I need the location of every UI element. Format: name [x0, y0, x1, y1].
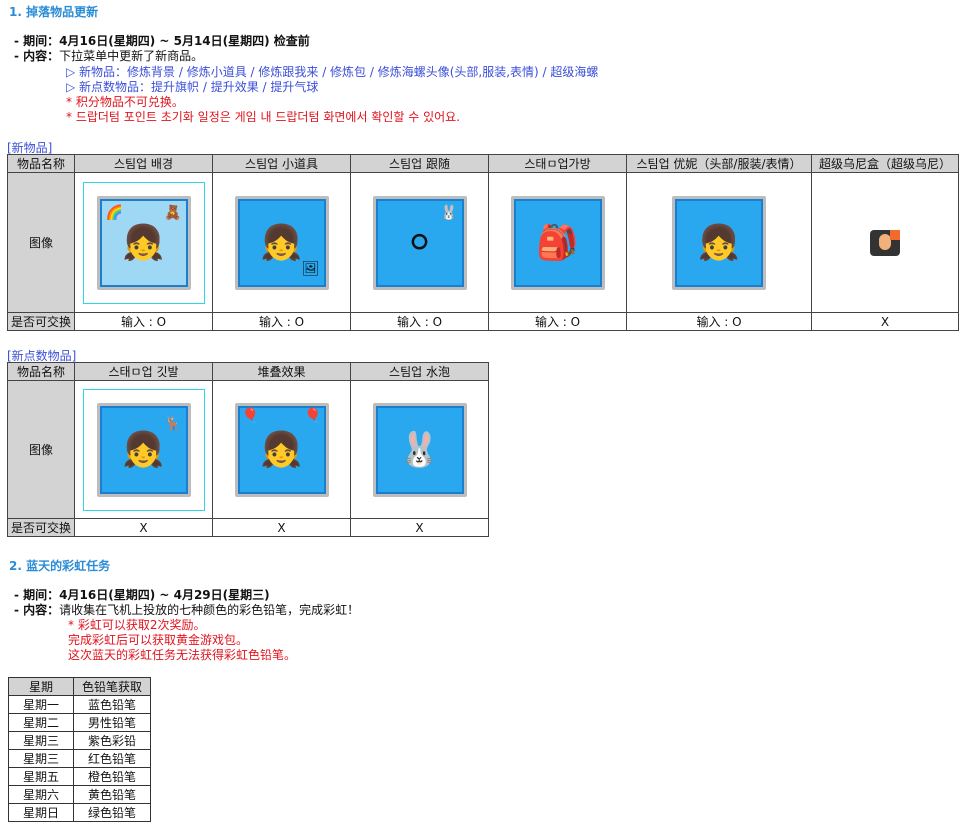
item-image-cell: 👧 🌈 🧸 — [74, 172, 213, 313]
exchange-value: 输入 : O — [350, 312, 489, 331]
day-cell: 星期三 — [8, 749, 74, 768]
item-cell: 黄色铅笔 — [73, 785, 151, 804]
col-day-header: 星期 — [8, 677, 74, 696]
table-row: 星期三 紫色彩铅 — [8, 731, 151, 750]
day-cell: 星期三 — [8, 731, 74, 750]
exchange-value: 输入 : O — [212, 312, 351, 331]
stack-effect-icon: 👧 🎈 🎈 — [221, 389, 342, 510]
follower-icon: ⚪ 🐰 — [359, 182, 480, 303]
exchange-value: 输入 : O — [488, 312, 627, 331]
item-image-cell: 👧 — [626, 172, 812, 313]
header-label: 物品名称 — [7, 362, 75, 381]
flag-icon: 👧 🦌 — [82, 388, 205, 511]
section2-title: 2. 蓝天的彩虹任务 — [9, 559, 111, 573]
day-cell: 星期一 — [8, 695, 74, 714]
day-cell: 星期日 — [8, 803, 74, 822]
image-label: 图像 — [7, 172, 75, 313]
table-row: 星期六 黄色铅笔 — [8, 785, 151, 804]
content-value: 下拉菜单中更新了新商品。 — [59, 49, 204, 63]
item-image-cell — [811, 172, 959, 313]
day-cell: 星期六 — [8, 785, 74, 804]
item-image-cell: 👧 🦌 — [74, 380, 213, 519]
period-label: - 期间： — [14, 588, 60, 602]
item-name: 스팀업 小道具 — [212, 154, 351, 173]
avatar-outfit-icon: 👧 — [659, 182, 779, 303]
new-points-table: 物品名称 스태ㅁ업 깃발 堆叠效果 스팀업 水泡 图像 👧 🦌 👧 🎈 🎈 🐰 是否可… — [7, 362, 489, 537]
day-cell: 星期五 — [8, 767, 74, 786]
item-image-cell: ⚪ 🐰 — [350, 172, 489, 313]
backpack-icon: 🎒 — [497, 182, 618, 303]
item-name: 超级乌尼盒（超级乌尼） — [811, 154, 959, 173]
item-cell: 紫色彩铅 — [73, 731, 151, 750]
item-image-cell: 👧 🖼 — [212, 172, 351, 313]
item-name: 스팀업 배경 — [74, 154, 213, 173]
item-cell: 橙色铅笔 — [73, 767, 151, 786]
item-name: 스팀업 跟随 — [350, 154, 489, 173]
item-name: 스팀업 水泡 — [350, 362, 489, 381]
col-item-header: 色铅笔获取 — [73, 677, 151, 696]
bubble-icon: 🐰 — [359, 389, 480, 510]
section1-content: - 内容：下拉菜单中更新了新商品。 — [14, 47, 203, 64]
table-row: 星期五 橙色铅笔 — [8, 767, 151, 786]
exchange-value: X — [74, 518, 213, 537]
exchange-value: 输入 : O — [626, 312, 812, 331]
section1-title: 1. 掉落物品更新 — [9, 5, 99, 19]
content-value: 请收集在飞机上投放的七种颜色的彩色铅笔，完成彩虹！ — [59, 603, 360, 617]
item-cell: 绿色铅笔 — [73, 803, 151, 822]
table-row: 星期三 红色铅笔 — [8, 749, 151, 768]
exchange-label: 是否可交换 — [7, 518, 75, 537]
item-image-cell: 🐰 — [350, 380, 489, 519]
exchange-value: X — [212, 518, 351, 537]
item-cell: 男性铅笔 — [73, 713, 151, 732]
item-name: 스팀업 优妮（头部/服装/表情） — [626, 154, 812, 173]
pencil-schedule-table: 星期 色铅笔获取 星期一 蓝色铅笔 星期二 男性铅笔 星期三 紫色彩铅 星期三 红色铅笔… — [8, 677, 151, 822]
image-label: 图像 — [7, 380, 75, 519]
exchange-value: 输入 : O — [74, 312, 213, 331]
item-cell: 红色铅笔 — [73, 749, 151, 768]
content-label: - 内容： — [14, 49, 60, 63]
content-label: - 内容： — [14, 603, 60, 617]
exchange-label: 是否可交换 — [7, 312, 75, 331]
note-no-rainbow-pencil: 这次蓝天的彩虹任务无法获得彩虹色铅笔。 — [68, 648, 297, 662]
table-row: 星期一 蓝色铅笔 — [8, 695, 151, 714]
header-label: 物品名称 — [7, 154, 75, 173]
item-image-cell: 🎒 — [488, 172, 627, 313]
item-image-cell: 👧 🎈 🎈 — [212, 380, 351, 519]
period-value: 4月16日(星期四) ~ 5月14日(星期四) 检查前 — [59, 34, 310, 48]
day-cell: 星期二 — [8, 713, 74, 732]
period-label: - 期间： — [14, 34, 60, 48]
item-name: 스태ㅁ업가방 — [488, 154, 627, 173]
item-name: 堆叠效果 — [212, 362, 351, 381]
period-value: 4月16日(星期四) ~ 4月29日(星期三) — [59, 588, 270, 602]
table-row: 星期日 绿色铅笔 — [8, 803, 151, 822]
table-row: 星期二 男性铅笔 — [8, 713, 151, 732]
new-items-table: 物品名称 스팀업 배경 스팀업 小道具 스팀업 跟随 스태ㅁ업가방 스팀업 优妮… — [7, 154, 959, 331]
item-cell: 蓝色铅笔 — [73, 695, 151, 714]
super-box-icon — [870, 229, 900, 256]
exchange-value: X — [811, 312, 959, 331]
prop-icon: 👧 🖼 — [221, 182, 342, 303]
room-background-icon: 👧 🌈 🧸 — [82, 181, 205, 304]
item-name: 스태ㅁ업 깃발 — [74, 362, 213, 381]
note-reset-schedule: * 드랍더텀 포인트 초기화 일정은 게임 내 드랍더텀 화면에서 확인할 수 … — [66, 110, 461, 124]
exchange-value: X — [350, 518, 489, 537]
